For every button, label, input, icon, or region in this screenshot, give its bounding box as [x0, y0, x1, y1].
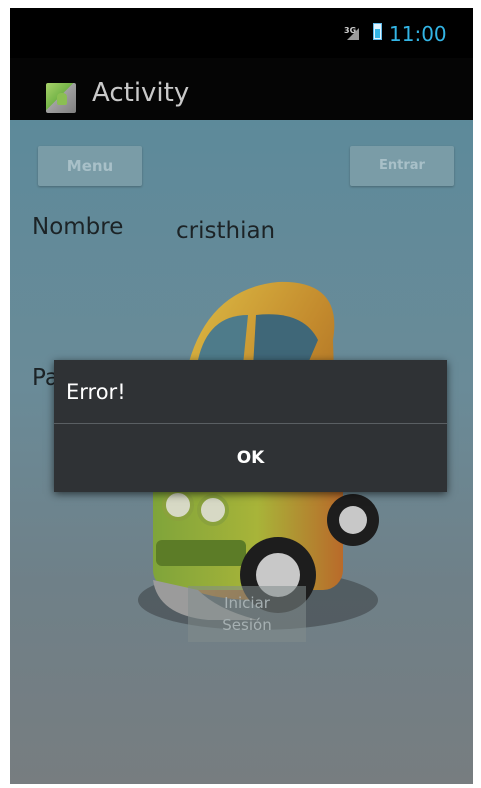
- action-bar: Activity: [10, 58, 473, 120]
- phone-screen: 3G 11:00 Activity Menu Entrar Nombre cri…: [10, 8, 473, 784]
- login-button[interactable]: Iniciar Sesión: [188, 586, 306, 642]
- battery-icon: [373, 23, 382, 40]
- app-icon[interactable]: [46, 83, 76, 113]
- login-button-line1: Iniciar: [224, 594, 270, 612]
- menu-button[interactable]: Menu: [38, 146, 142, 186]
- name-field[interactable]: cristhian: [176, 218, 275, 244]
- status-bar: 3G 11:00: [10, 8, 473, 58]
- signal-icon: [347, 28, 359, 40]
- status-time: 11:00: [389, 22, 447, 46]
- error-dialog: Error! OK: [54, 360, 447, 492]
- ok-button[interactable]: OK: [54, 424, 447, 492]
- name-label: Nombre: [32, 214, 124, 240]
- entrar-button[interactable]: Entrar: [350, 146, 454, 186]
- page-title: Activity: [92, 78, 190, 108]
- login-button-line2: Sesión: [222, 616, 272, 634]
- dialog-title: Error!: [66, 380, 126, 404]
